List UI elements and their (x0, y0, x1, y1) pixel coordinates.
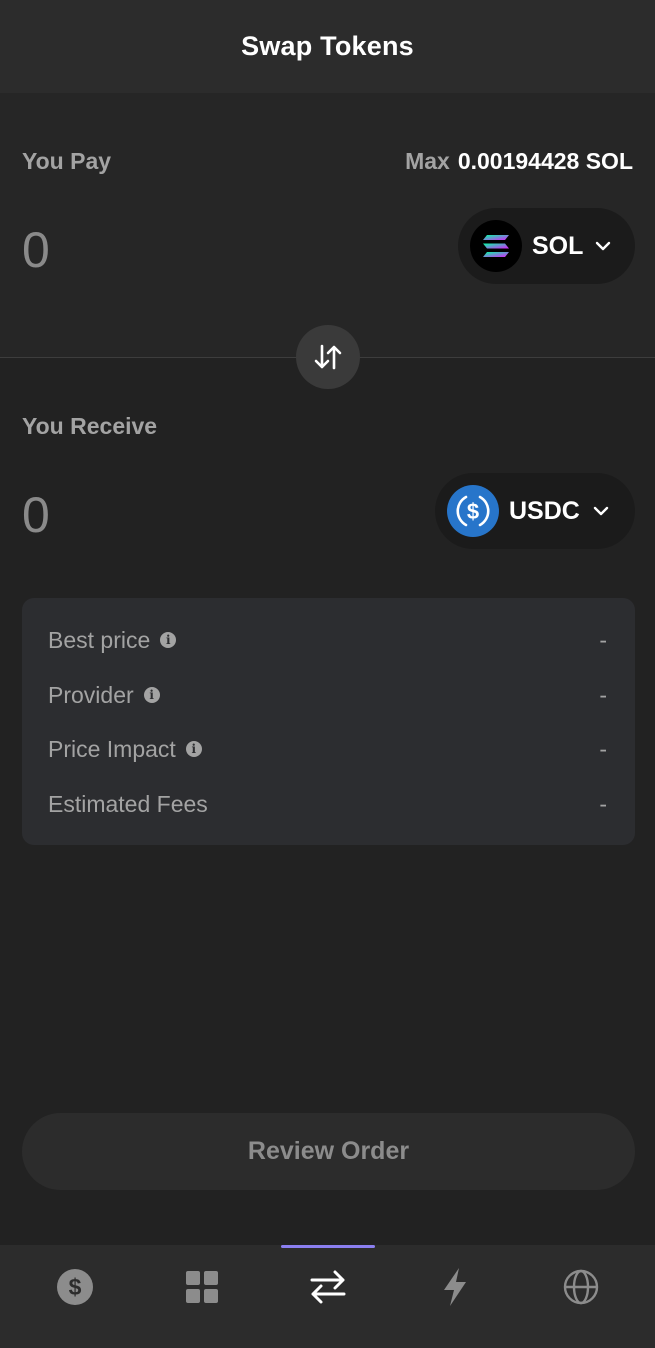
estimated-fees-label: Estimated Fees (48, 790, 208, 817)
usdc-logo-icon: $ (447, 485, 499, 537)
max-balance[interactable]: Max 0.00194428 SOL (405, 148, 633, 175)
nav-tab-swap[interactable] (288, 1265, 368, 1309)
header-bar: Swap Tokens (0, 0, 655, 93)
dollar-circle-icon: $ (57, 1269, 93, 1305)
receive-token-symbol: USDC (509, 496, 580, 525)
pay-amount-input[interactable]: 0 (22, 221, 50, 279)
pay-token-symbol: SOL (532, 231, 584, 260)
info-icon[interactable]: i (160, 632, 177, 648)
provider-row: Provider i - (48, 680, 607, 710)
chevron-down-icon (592, 502, 610, 520)
globe-icon (563, 1269, 599, 1305)
nav-tab-activity[interactable] (415, 1265, 495, 1309)
nav-tab-wallet[interactable]: $ (35, 1265, 115, 1309)
lightning-icon (444, 1268, 466, 1306)
you-receive-label: You Receive (22, 413, 158, 439)
receive-token-selector[interactable]: $ USDC (435, 473, 635, 549)
provider-value: - (599, 681, 607, 708)
svg-text:$: $ (69, 1274, 82, 1300)
nav-tab-collectibles[interactable] (162, 1265, 242, 1309)
nav-tab-browser[interactable] (541, 1265, 621, 1309)
active-tab-indicator (281, 1245, 375, 1248)
chevron-down-icon (595, 237, 611, 255)
provider-label: Provider (48, 681, 134, 708)
solana-logo-icon (470, 220, 522, 272)
estimated-fees-value: - (599, 790, 607, 817)
grid-icon (186, 1271, 218, 1303)
swap-vertical-icon (314, 344, 342, 370)
swap-direction-button[interactable] (296, 325, 360, 389)
quote-details-card: Best price i - Provider i - Price Impact… (22, 598, 635, 845)
pay-token-selector[interactable]: SOL (458, 208, 635, 284)
pay-section: You Pay Max 0.00194428 SOL 0 SOL (0, 93, 655, 357)
info-icon[interactable]: i (185, 741, 202, 757)
best-price-row: Best price i - (48, 625, 607, 655)
price-impact-value: - (599, 735, 607, 762)
page-title: Swap Tokens (241, 31, 414, 61)
price-impact-label: Price Impact (48, 735, 176, 762)
review-order-button[interactable]: Review Order (22, 1113, 635, 1190)
svg-text:$: $ (467, 499, 479, 524)
best-price-value: - (599, 626, 607, 653)
swap-screen: Swap Tokens You Pay Max 0.00194428 SOL 0 (0, 0, 655, 1348)
you-pay-label: You Pay (22, 148, 112, 174)
best-price-label: Best price (48, 626, 151, 653)
bottom-nav: $ (0, 1245, 655, 1348)
max-label[interactable]: Max (405, 148, 450, 175)
estimated-fees-row: Estimated Fees - (48, 789, 607, 819)
price-impact-row: Price Impact i - (48, 734, 607, 764)
info-icon[interactable]: i (143, 687, 160, 703)
swap-arrows-icon (310, 1270, 346, 1304)
max-balance-value[interactable]: 0.00194428 SOL (458, 148, 633, 175)
receive-amount: 0 (22, 487, 50, 543)
